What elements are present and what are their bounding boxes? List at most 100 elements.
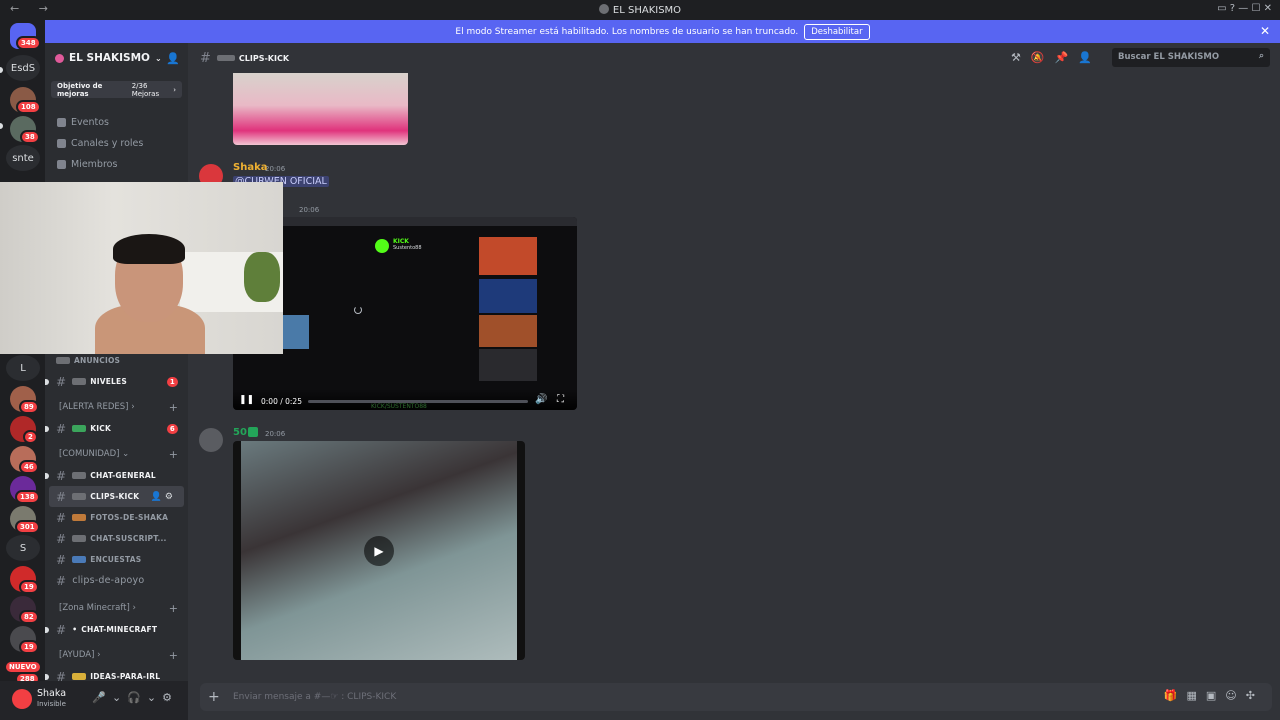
mention-badge: 1: [166, 376, 178, 387]
emoji-icon: [72, 425, 87, 432]
invite-people-icon[interactable]: 👤: [166, 52, 180, 65]
disable-streamer-button[interactable]: Deshabilitar: [804, 23, 870, 40]
channel-chat-suscript[interactable]: # CHAT-SUSCRIPT...: [45, 528, 188, 549]
server-badge: 89: [19, 400, 39, 414]
events-label: Eventos: [71, 117, 109, 128]
unread-pill: [45, 472, 49, 479]
boost-goal[interactable]: Objetivo de mejoras 2/36 Mejoras ›: [51, 81, 182, 98]
pause-icon[interactable]: ❚❚: [239, 395, 254, 405]
home-badge: 348: [16, 36, 41, 50]
channel-label: KICK: [90, 424, 111, 433]
category-ayuda[interactable]: [AYUDA] › +: [45, 644, 188, 666]
avatar[interactable]: [12, 689, 32, 709]
server-l[interactable]: L: [6, 355, 40, 381]
mention-badge: 6: [166, 423, 178, 434]
composer-placeholder: Enviar mensaje a #—☞ ꞉ CLIPS-KICK: [233, 692, 397, 702]
hash-icon: #: [56, 468, 67, 483]
hash-icon: #: [56, 489, 67, 504]
kick-logo-icon: [375, 239, 389, 253]
server-icon: [598, 4, 609, 14]
search-placeholder: Buscar EL SHAKISMO: [1118, 52, 1220, 62]
hash-icon: #: [56, 374, 67, 389]
unread-pill: [0, 123, 3, 129]
channel-chat-minecraft[interactable]: # • CHAT-MINECRAFT: [45, 619, 188, 640]
channels-roles-item[interactable]: Canales y roles: [45, 133, 188, 154]
user-status: Invisible: [37, 700, 66, 708]
user-name: Shaka: [37, 688, 67, 699]
category-label: [Zona Minecraft]: [59, 603, 130, 613]
server-name: EL SHAKISMO: [69, 52, 150, 64]
window-controls[interactable]: ▭ ? — ☐ ✕: [1217, 3, 1272, 14]
window-titlebar: ← → EL SHAKISMO ▭ ? — ☐ ✕: [0, 0, 1280, 20]
channel-niveles[interactable]: # NIVELES 1: [45, 371, 188, 392]
channel-fotos-de-shaka[interactable]: # FOTOS-DE-SHAKA: [45, 507, 188, 528]
chevron-down-icon: ⌄: [122, 449, 130, 459]
members-item[interactable]: Miembros: [45, 154, 188, 175]
search-input[interactable]: Buscar EL SHAKISMO ⌕: [1112, 48, 1270, 67]
category-comunidad[interactable]: [COMUNIDAD] ⌄ +: [45, 443, 188, 465]
chevron-right-icon: ›: [131, 402, 135, 412]
browser-tabs: [233, 217, 577, 226]
composer-tools-icon[interactable]: 🎁▦▣☺✣: [1164, 689, 1264, 702]
hash-icon: #: [200, 50, 211, 66]
channel-settings-icon[interactable]: 👤⚙: [151, 492, 176, 502]
chevron-right-icon: ›: [173, 85, 176, 94]
category-zona-minecraft[interactable]: [Zona Minecraft] › +: [45, 597, 188, 619]
video-attachment[interactable]: KICK Sustento88 ❚❚ 0:00 / 0:25 🔊 ⛶ KICK/…: [233, 217, 577, 410]
server-header[interactable]: EL SHAKISMO ⌄ 👤: [45, 43, 188, 73]
channel-encuestas[interactable]: # ENCUESTAS: [45, 549, 188, 570]
channel-label: CLIPS-KICK: [90, 492, 140, 501]
server-esds[interactable]: EsdS: [6, 55, 40, 81]
server-snte[interactable]: snte: [6, 145, 40, 171]
emoji-icon: [216, 55, 235, 61]
channel-kick[interactable]: # KICK 6: [45, 418, 188, 439]
channel-title: CLIPS-KICK: [238, 53, 290, 63]
voice-settings-controls[interactable]: 🎤⌄🎧⌄⚙: [92, 691, 178, 704]
channel-header: # CLIPS-KICK ⚒🔕📌👤 Buscar EL SHAKISMO ⌕: [188, 43, 1280, 73]
close-icon[interactable]: ✕: [1260, 24, 1270, 38]
streamer-banner-text: El modo Streamer está habilitado. Los no…: [455, 26, 799, 37]
video-timecode: 0:00 / 0:25: [261, 397, 302, 406]
image-attachment[interactable]: [233, 73, 408, 145]
add-channel-icon[interactable]: +: [169, 602, 178, 615]
add-channel-icon[interactable]: +: [169, 448, 178, 461]
facecam-thumbnail: [283, 315, 309, 349]
members-icon: [57, 160, 66, 169]
message-author[interactable]: Shaka: [233, 162, 267, 173]
add-attachment-icon[interactable]: +: [208, 689, 220, 705]
unread-pill: [45, 673, 49, 680]
emoji-icon: [72, 535, 87, 542]
server-list: 348 EsdS 108 38 snte L 89 2 46 138 301 S…: [0, 20, 45, 720]
play-icon[interactable]: ▶: [364, 536, 394, 566]
avatar[interactable]: [199, 428, 223, 452]
chevron-right-icon: ›: [132, 603, 136, 613]
header-tools-icon[interactable]: ⚒🔕📌👤: [1011, 51, 1102, 64]
user-panel: Shaka Invisible 🎤⌄🎧⌄⚙: [0, 681, 188, 720]
hash-icon: #: [56, 552, 67, 567]
category-alerta-redes[interactable]: [ALERTA REDES] › +: [45, 396, 188, 418]
server-s[interactable]: S: [6, 535, 40, 561]
events-item[interactable]: Eventos: [45, 112, 188, 133]
add-channel-icon[interactable]: +: [169, 401, 178, 414]
volume-icon[interactable]: 🔊: [535, 394, 547, 405]
video-overlay-title: KICK: [393, 238, 409, 245]
message-author[interactable]: 50: [233, 427, 247, 438]
message-timestamp: 20:06: [265, 430, 286, 438]
fullscreen-icon[interactable]: ⛶: [557, 394, 564, 405]
chat-area: # CLIPS-KICK ⚒🔕📌👤 Buscar EL SHAKISMO ⌕ Sh…: [188, 43, 1280, 720]
channel-label: IDEAS-PARA-IRL: [90, 672, 161, 681]
server-boost-icon: [55, 53, 64, 63]
channel-label: CHAT-SUSCRIPT...: [90, 534, 167, 543]
message-composer[interactable]: + Enviar mensaje a #—☞ ꞉ CLIPS-KICK 🎁▦▣☺…: [200, 683, 1272, 711]
category-label: [ALERTA REDES]: [59, 402, 129, 412]
channel-clips-kick[interactable]: # CLIPS-KICK 👤⚙: [49, 486, 184, 507]
hash-icon: #: [56, 510, 67, 525]
channel-chat-general[interactable]: # CHAT-GENERAL: [45, 465, 188, 486]
channel-clips-de-apoyo[interactable]: # clips-de-apoyo: [45, 570, 188, 591]
channel-sidebar: EL SHAKISMO ⌄ 👤 Objetivo de mejoras 2/36…: [45, 43, 188, 720]
video-attachment[interactable]: ▶: [233, 441, 525, 660]
add-channel-icon[interactable]: +: [169, 649, 178, 662]
chevron-down-icon: ⌄: [154, 53, 162, 63]
server-badge: 38: [20, 130, 40, 144]
channel-label: clips-de-apoyo: [72, 575, 145, 586]
